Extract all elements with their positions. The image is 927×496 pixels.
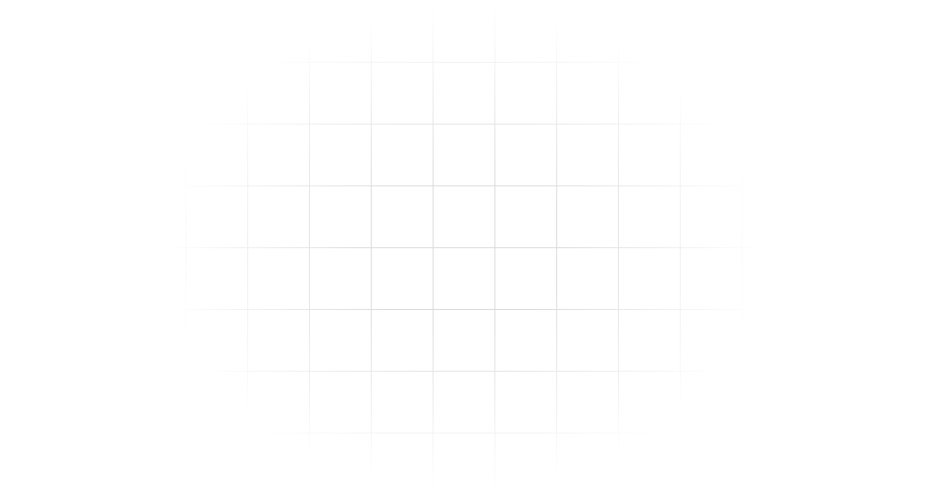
background-canvas	[0, 0, 927, 496]
grid-pattern	[0, 0, 927, 496]
